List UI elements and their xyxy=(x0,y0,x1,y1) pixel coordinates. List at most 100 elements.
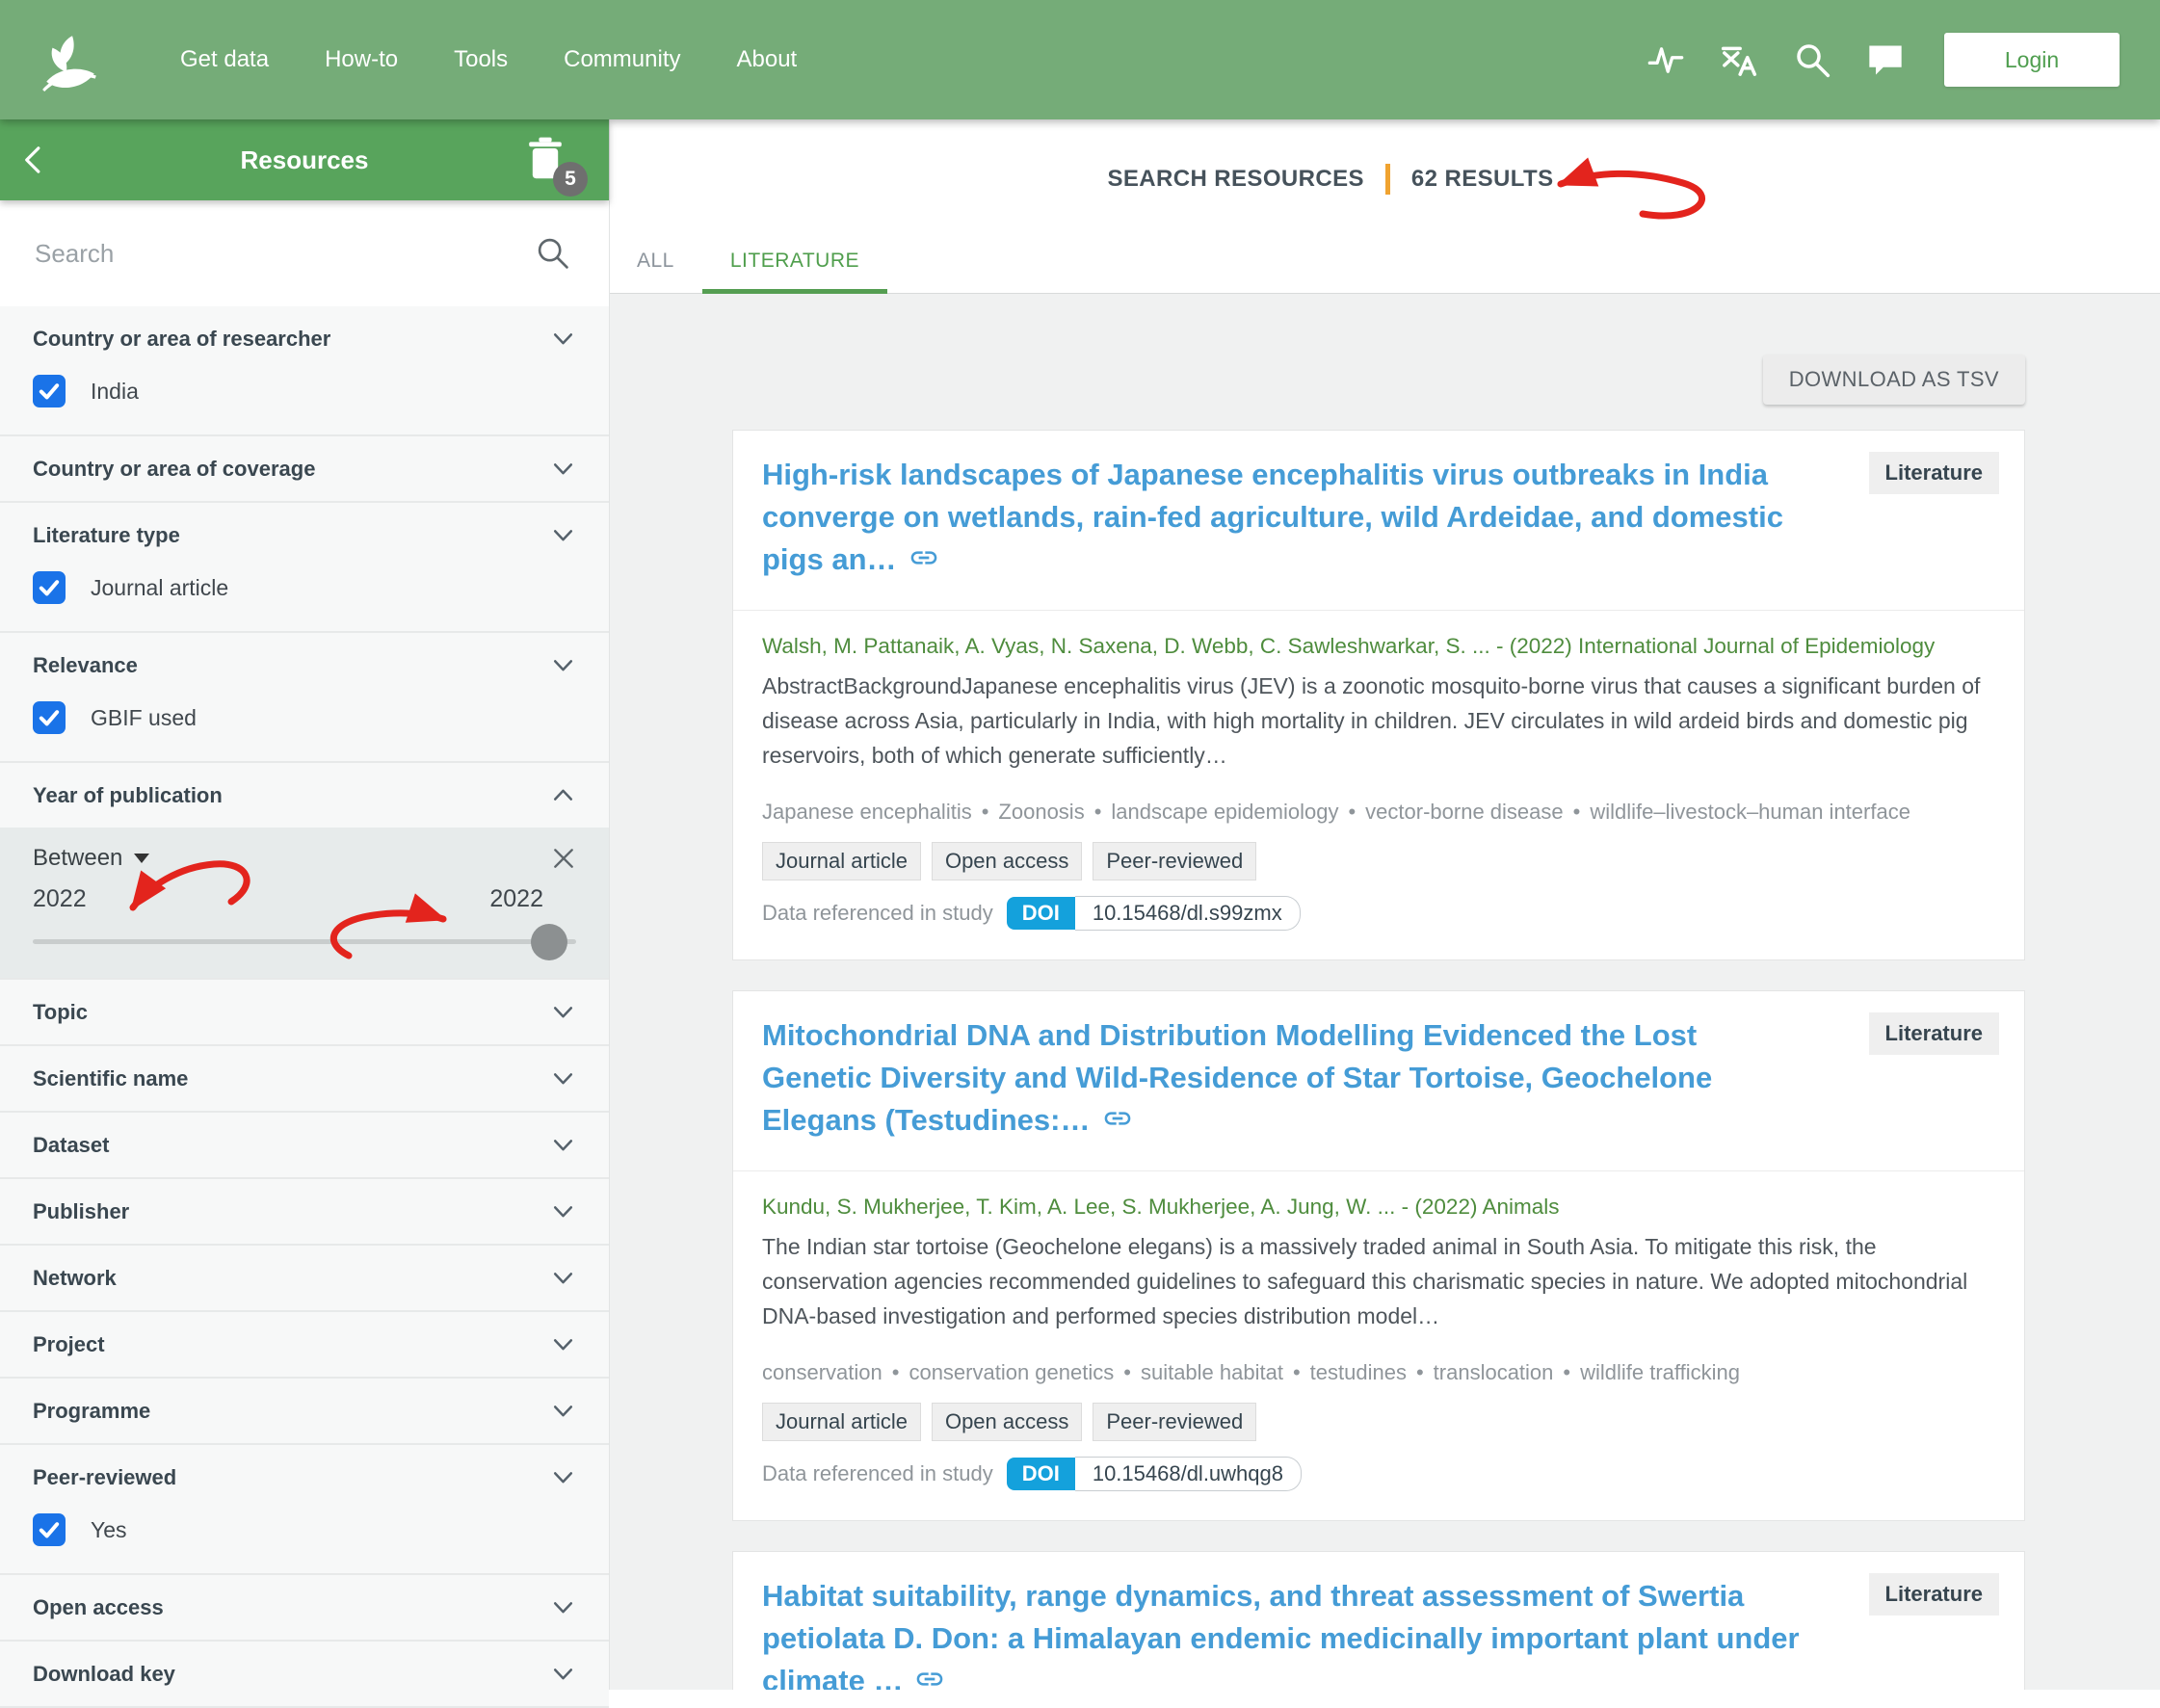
result-card-header: Habitat suitability, range dynamics, and… xyxy=(733,1552,2024,1690)
range-operator-dropdown[interactable]: Between xyxy=(33,845,149,872)
filter-header-country-or-area-of-coverage[interactable]: Country or area of coverage xyxy=(0,436,609,501)
bullet-separator: • xyxy=(972,800,999,824)
filter-header-programme[interactable]: Programme xyxy=(0,1379,609,1443)
filter-header-relevance[interactable]: Relevance xyxy=(0,633,609,697)
filter-option-india: India xyxy=(0,371,609,434)
login-button[interactable]: Login xyxy=(1944,33,2120,87)
year-slider[interactable] xyxy=(33,922,576,962)
clear-filters-trash-icon[interactable]: 5 xyxy=(524,137,566,183)
doi-value-link[interactable]: 10.15468/dl.s99zmx xyxy=(1075,896,1301,931)
bullet-separator: • xyxy=(1338,800,1365,824)
sidebar-search-row xyxy=(0,200,609,306)
search-icon[interactable] xyxy=(1782,30,1842,90)
link-icon[interactable] xyxy=(1102,1103,1133,1145)
doi-label: Data referenced in study xyxy=(762,901,993,926)
filter-header-peer-reviewed[interactable]: Peer-reviewed xyxy=(0,1445,609,1510)
keyword: Zoonosis xyxy=(998,800,1084,824)
download-tsv-button[interactable]: DOWNLOAD AS TSV xyxy=(1763,355,2025,405)
filter-option-journal-article: Journal article xyxy=(0,567,609,631)
tab-literature[interactable]: LITERATURE xyxy=(702,232,887,294)
bullet-separator: • xyxy=(882,1360,909,1384)
chevron-down-icon xyxy=(550,522,576,548)
filter-label: Peer-reviewed xyxy=(33,1465,176,1490)
nav-item-about[interactable]: About xyxy=(708,0,825,119)
filter-label: Network xyxy=(33,1266,117,1291)
nav-menu: Get dataHow-toToolsCommunityAbout xyxy=(152,0,825,119)
gbif-logo[interactable] xyxy=(39,28,102,92)
checkbox-label: GBIF used xyxy=(91,705,197,731)
result-keywords: Japanese encephalitis•Zoonosis•landscape… xyxy=(762,800,1995,825)
results-toolbar: DOWNLOAD AS TSV xyxy=(732,355,2025,405)
filter-header-literature-type[interactable]: Literature type xyxy=(0,503,609,567)
result-title-link[interactable]: Habitat suitability, range dynamics, and… xyxy=(762,1579,1800,1690)
bullet-separator: • xyxy=(1553,1360,1580,1384)
chevron-down-icon xyxy=(550,1398,576,1424)
chevron-down-icon xyxy=(550,326,576,352)
filter-label: Country or area of researcher xyxy=(33,327,330,352)
nav-item-tools[interactable]: Tools xyxy=(426,0,536,119)
chevron-down-icon xyxy=(550,1331,576,1357)
nav-item-get-data[interactable]: Get data xyxy=(152,0,297,119)
slider-track[interactable] xyxy=(33,939,576,944)
checkbox-checked[interactable] xyxy=(33,701,66,734)
feedback-chat-icon[interactable] xyxy=(1856,30,1915,90)
doi-badge[interactable]: DOI xyxy=(1007,1458,1075,1490)
result-title-link[interactable]: High-risk landscapes of Japanese encepha… xyxy=(762,458,1783,576)
filter-header-open-access[interactable]: Open access xyxy=(0,1575,609,1640)
filter-label: Year of publication xyxy=(33,783,223,808)
filter-section-relevance: Relevance GBIF used xyxy=(0,633,609,763)
link-icon[interactable] xyxy=(914,1664,945,1690)
health-status-icon[interactable] xyxy=(1636,30,1696,90)
filter-header-year-of-publication[interactable]: Year of publication xyxy=(0,763,609,828)
filter-header-topic[interactable]: Topic xyxy=(0,980,609,1044)
result-card-body: Kundu, S. Mukherjee, T. Kim, A. Lee, S. … xyxy=(733,1170,2024,1520)
close-icon[interactable] xyxy=(551,846,576,871)
filter-header-download-key[interactable]: Download key xyxy=(0,1642,609,1706)
filter-section-programme: Programme xyxy=(0,1379,609,1445)
doi-value-link[interactable]: 10.15468/dl.uwhqg8 xyxy=(1075,1457,1302,1491)
keyword: suitable habitat xyxy=(1141,1360,1283,1384)
tab-all[interactable]: ALL xyxy=(609,232,702,294)
doi-label: Data referenced in study xyxy=(762,1461,993,1486)
chevron-down-icon xyxy=(550,1464,576,1490)
filter-header-dataset[interactable]: Dataset xyxy=(0,1113,609,1177)
keyword: conservation xyxy=(762,1360,882,1384)
filter-header-country-or-area-of-researcher[interactable]: Country or area of researcher xyxy=(0,306,609,371)
checkbox-checked[interactable] xyxy=(33,375,66,407)
filter-section-scientific-name: Scientific name xyxy=(0,1046,609,1113)
bullet-separator: • xyxy=(1407,1360,1434,1384)
filter-header-project[interactable]: Project xyxy=(0,1312,609,1377)
filter-header-publisher[interactable]: Publisher xyxy=(0,1179,609,1244)
bullet-separator: • xyxy=(1283,1360,1310,1384)
filter-label: Country or area of coverage xyxy=(33,457,315,482)
keyword: Japanese encephalitis xyxy=(762,800,972,824)
filter-section-publisher: Publisher xyxy=(0,1179,609,1246)
nav-item-how-to[interactable]: How-to xyxy=(297,0,426,119)
search-input[interactable] xyxy=(33,238,530,270)
literature-type-chip: Literature xyxy=(1869,452,1999,494)
filter-section-topic: Topic xyxy=(0,980,609,1046)
filter-section-peer-reviewed: Peer-reviewedYes xyxy=(0,1445,609,1575)
top-navigation: Get dataHow-toToolsCommunityAbout Login xyxy=(0,0,2160,119)
doi-badge[interactable]: DOI xyxy=(1007,897,1075,930)
sidebar-search-icon[interactable] xyxy=(530,230,576,276)
filter-header-scientific-name[interactable]: Scientific name xyxy=(0,1046,609,1111)
result-doi-row: Data referenced in study DOI10.15468/dl.u… xyxy=(762,1457,1995,1491)
back-chevron-icon[interactable] xyxy=(0,119,67,200)
sidebar-title: Resources xyxy=(0,145,609,175)
filter-section-dataset: Dataset xyxy=(0,1113,609,1179)
link-icon[interactable] xyxy=(909,542,939,585)
chevron-down-icon xyxy=(550,456,576,482)
slider-handle[interactable] xyxy=(531,924,567,960)
results-header: SEARCH RESOURCES 62 RESULTS ALL LITERATU… xyxy=(609,119,2160,294)
year-range-panel: Between 20222022 xyxy=(0,828,609,978)
filters-sidebar: Resources 5 Country or area of researche… xyxy=(0,119,610,1690)
nav-item-community[interactable]: Community xyxy=(536,0,708,119)
result-title-link[interactable]: Mitochondrial DNA and Distribution Model… xyxy=(762,1018,1712,1137)
chevron-down-icon xyxy=(550,652,576,678)
chevron-down-icon xyxy=(550,1594,576,1620)
filter-header-network[interactable]: Network xyxy=(0,1246,609,1310)
translate-icon[interactable] xyxy=(1709,30,1769,90)
checkbox-checked[interactable] xyxy=(33,571,66,604)
checkbox-checked[interactable] xyxy=(33,1513,66,1546)
